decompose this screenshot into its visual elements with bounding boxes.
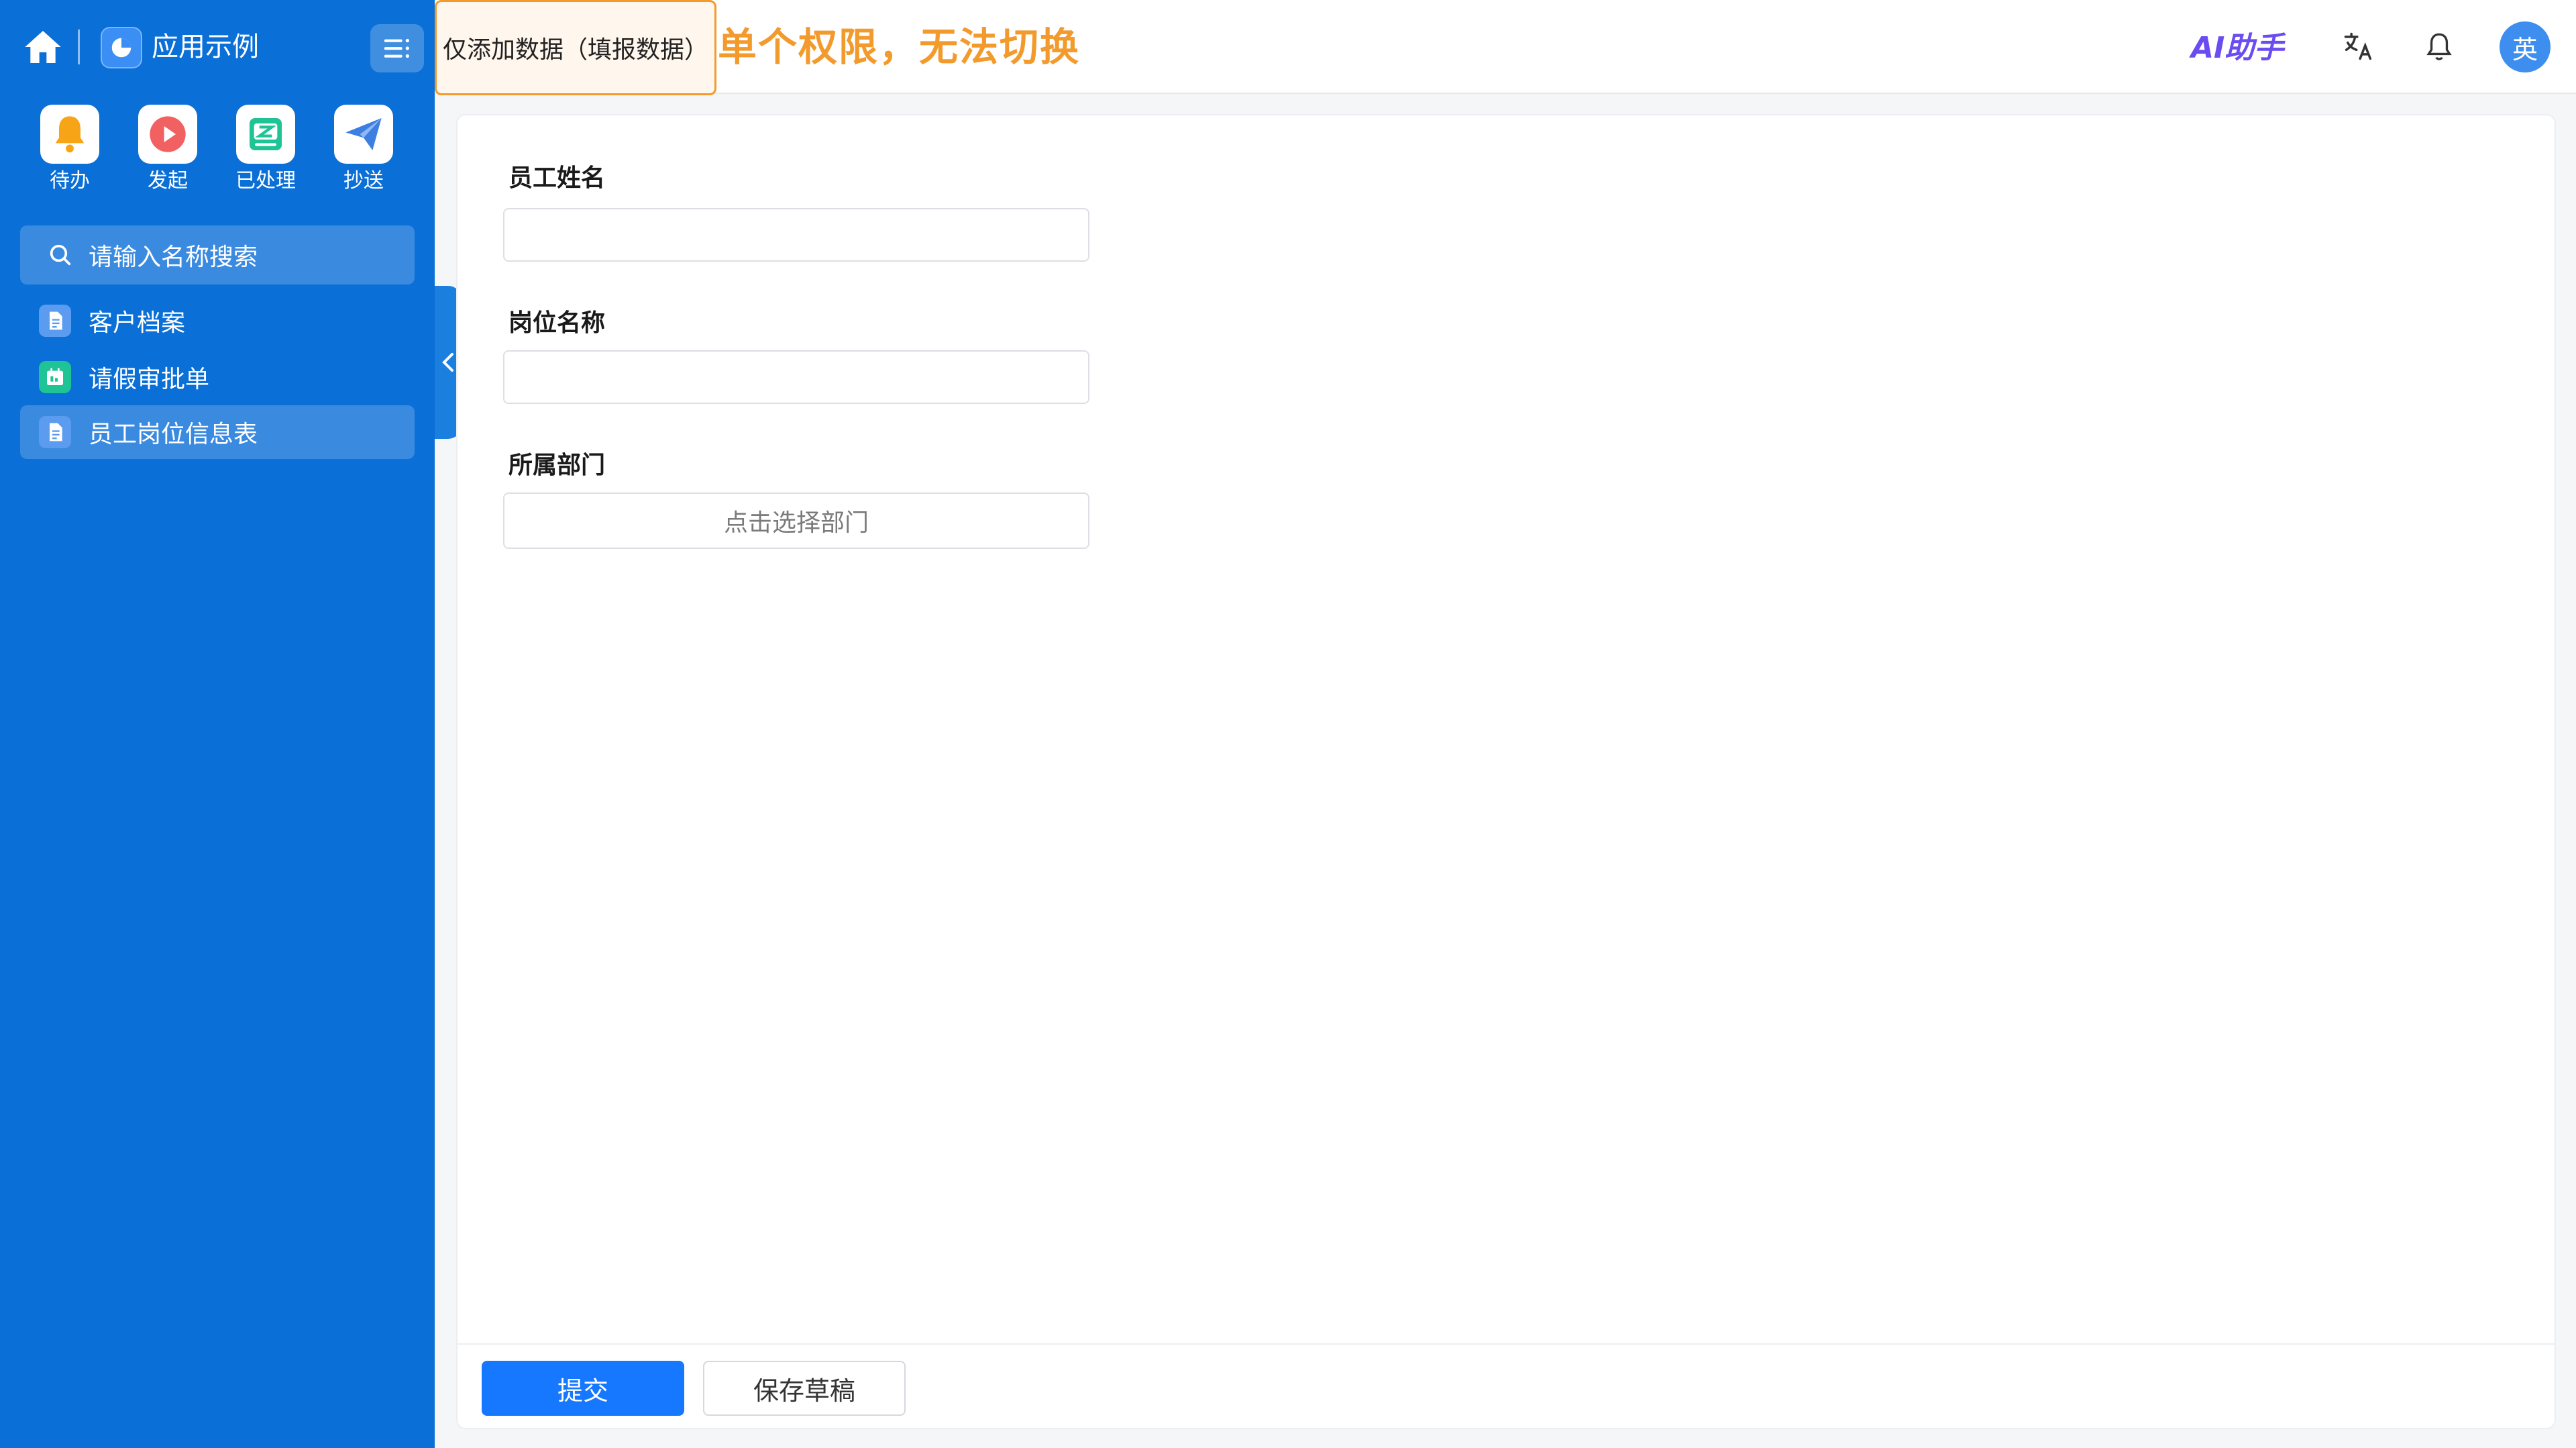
permission-note: 单个权限，无法切换: [718, 24, 1081, 70]
user-avatar[interactable]: 英: [2500, 21, 2551, 72]
calendar-icon: [39, 361, 71, 393]
ai-assistant-button[interactable]: AI助手: [2191, 30, 2284, 67]
footer-divider: [456, 1343, 2556, 1345]
menu-toggle-button[interactable]: [370, 24, 424, 72]
bell-icon: [40, 105, 99, 164]
permission-tab[interactable]: 仅添加数据（填报数据）: [435, 0, 716, 95]
quick-action-processed[interactable]: 已处理: [225, 105, 306, 195]
submit-button[interactable]: 提交: [482, 1361, 684, 1416]
sidebar-item-leave-approval[interactable]: 请假审批单: [20, 350, 415, 404]
position-name-input[interactable]: [503, 350, 1089, 404]
save-draft-button[interactable]: 保存草稿: [703, 1361, 906, 1416]
select-department-button[interactable]: 点击选择部门: [503, 493, 1089, 549]
quick-action-label: 待办: [50, 169, 90, 193]
sidebar: 应用示例 待办 发起 已处理 抄送 请输入名称搜索 客户档案 请假审批单 员工岗…: [0, 0, 435, 1448]
sidebar-search[interactable]: 请输入名称搜索: [20, 225, 415, 285]
employee-name-input[interactable]: [503, 208, 1089, 262]
quick-action-label: 已处理: [235, 169, 296, 193]
quick-action-label: 抄送: [343, 169, 384, 193]
sidebar-item-label: 请假审批单: [89, 366, 210, 393]
brand-divider: [78, 30, 80, 64]
edit-box-icon: [236, 105, 295, 164]
bell-icon[interactable]: [2418, 25, 2461, 68]
paper-plane-icon: [334, 105, 393, 164]
play-icon: [138, 105, 197, 164]
quick-action-cc[interactable]: 抄送: [323, 105, 404, 195]
home-icon[interactable]: [21, 25, 64, 68]
chevron-left-icon: [442, 353, 453, 372]
search-placeholder: 请输入名称搜索: [89, 244, 258, 271]
field-label-position-name: 岗位名称: [508, 309, 606, 337]
sidebar-item-customer-archive[interactable]: 客户档案: [20, 294, 415, 348]
quick-action-start[interactable]: 发起: [127, 105, 208, 195]
sidebar-item-label: 员工岗位信息表: [89, 421, 258, 448]
field-label-department: 所属部门: [508, 452, 606, 479]
app-name: 应用示例: [152, 32, 259, 62]
quick-action-todo[interactable]: 待办: [30, 105, 110, 195]
sidebar-item-employee-position[interactable]: 员工岗位信息表: [20, 405, 415, 459]
menu-icon: [384, 38, 410, 58]
search-icon: [50, 244, 71, 266]
document-icon: [39, 416, 71, 448]
brand-bar: 应用示例: [0, 0, 435, 94]
translate-icon[interactable]: [2337, 25, 2380, 68]
form-card: [456, 114, 2556, 1429]
document-icon: [39, 305, 71, 337]
sidebar-item-label: 客户档案: [89, 309, 186, 337]
field-label-employee-name: 员工姓名: [508, 164, 606, 192]
quick-action-label: 发起: [148, 169, 188, 193]
app-logo-icon: [101, 27, 142, 68]
